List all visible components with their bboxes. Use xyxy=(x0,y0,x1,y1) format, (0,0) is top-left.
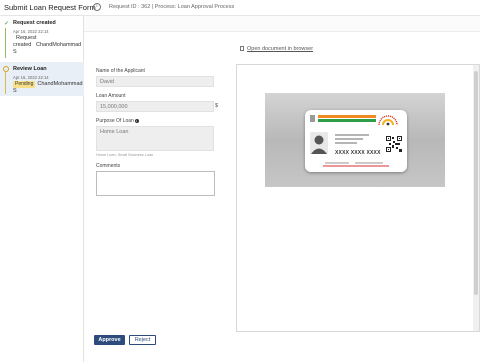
amount-label: Loan Amount xyxy=(96,93,126,99)
app-header: Submit Loan Request Form i Request ID : … xyxy=(0,0,480,16)
approve-button[interactable]: Approve xyxy=(94,335,125,345)
request-meta: Request ID : 362 | Process: Loan Approva… xyxy=(109,4,235,10)
comments-label: Comments xyxy=(96,163,121,169)
check-icon: ✓ xyxy=(4,21,10,27)
card-text-line xyxy=(335,134,369,136)
amount-field[interactable]: 15,000,000 xyxy=(96,101,214,112)
card-bottom-stripe xyxy=(323,165,389,167)
avatar-placeholder-icon xyxy=(310,132,328,154)
timeline-rail xyxy=(5,28,6,58)
id-card-image: XXXX XXXX XXXX xyxy=(265,93,445,187)
page-title: Submit Loan Request Form xyxy=(4,3,96,12)
emblem-icon xyxy=(310,115,315,122)
purpose-hint: Home Loan, Small Business Loan xyxy=(96,153,154,157)
step-text-line: S xyxy=(13,49,17,55)
step-date: Apr 16, 2022 22:14 xyxy=(13,75,49,80)
document-viewer: XXXX XXXX XXXX xyxy=(236,64,480,332)
purpose-label: Purpose Of Loan xyxy=(96,118,134,124)
timeline-rail xyxy=(5,72,6,94)
card-stripe-orange xyxy=(318,115,376,118)
applicant-field[interactable]: David xyxy=(96,76,214,87)
comments-textarea[interactable] xyxy=(96,171,215,196)
viewer-scrollbar[interactable] xyxy=(473,65,479,331)
sun-logo-icon xyxy=(378,115,398,126)
step-title: Review Loan xyxy=(13,66,47,72)
step-assignee: ChandMohammad xyxy=(36,42,82,48)
purpose-label-row: Purpose Of Loan i xyxy=(96,118,139,124)
step-title: Request created xyxy=(13,20,56,26)
clock-icon xyxy=(3,66,9,72)
qr-code-icon xyxy=(386,136,402,152)
timeline-panel: ✓ Request created Apr 16, 2022 22:14 Req… xyxy=(0,16,84,362)
card-number: XXXX XXXX XXXX xyxy=(335,150,381,156)
currency-symbol: $ xyxy=(214,103,218,109)
content-top-band xyxy=(84,16,480,32)
step-text-line: S xyxy=(13,88,17,94)
main-content: Name of the Applicant David Loan Amount … xyxy=(84,16,480,362)
step-text-line: Request xyxy=(16,35,37,41)
purpose-field[interactable]: Home Loan xyxy=(96,126,214,151)
info-icon[interactable]: i xyxy=(93,3,101,11)
card-text-line xyxy=(335,138,363,140)
open-document-link[interactable]: Open document in browser xyxy=(240,46,313,52)
step-text-line: created xyxy=(13,42,32,48)
status-badge: Pending xyxy=(13,81,36,88)
timeline-step-request-created[interactable]: ✓ Request created Apr 16, 2022 22:14 Req… xyxy=(0,16,84,60)
card-text-line xyxy=(335,142,357,144)
open-document-label: Open document in browser xyxy=(247,46,314,52)
id-card: XXXX XXXX XXXX xyxy=(305,110,407,172)
step-status-line: Pending ChandMohammad xyxy=(13,81,83,88)
document-icon xyxy=(240,46,244,51)
timeline-step-review-loan[interactable]: Review Loan Apr 16, 2022 22:14 Pending Ch… xyxy=(0,62,84,96)
scrollbar-thumb[interactable] xyxy=(474,71,478,295)
card-footer-line xyxy=(325,162,349,164)
card-footer-line xyxy=(355,162,383,164)
step-assignee: ChandMohammad xyxy=(37,81,83,87)
reject-button[interactable]: Reject xyxy=(129,335,156,345)
info-icon[interactable]: i xyxy=(134,118,139,123)
applicant-label: Name of the Applicant xyxy=(96,68,145,74)
card-stripe-green xyxy=(318,119,376,122)
step-date: Apr 16, 2022 22:14 xyxy=(13,29,49,34)
